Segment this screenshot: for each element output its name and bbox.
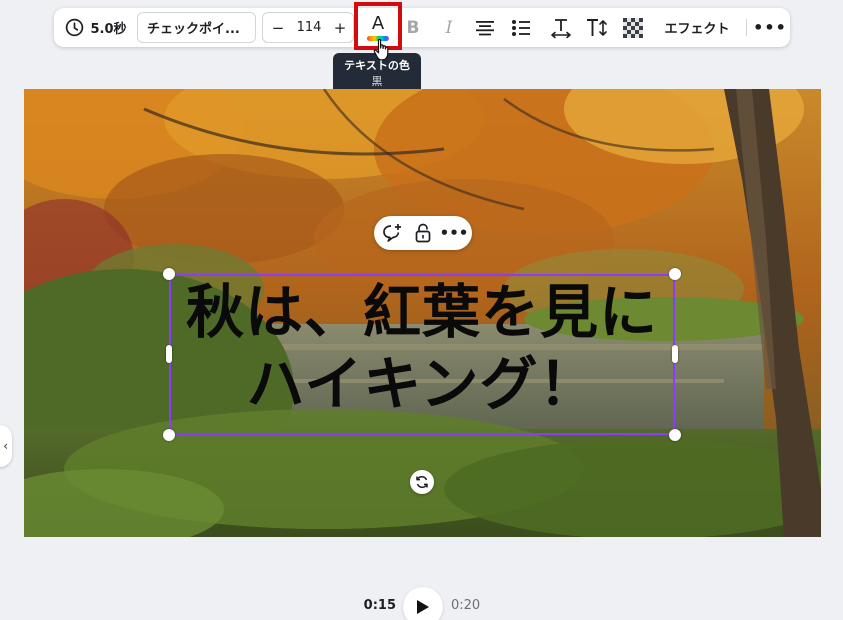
bold-button[interactable]: B	[400, 8, 426, 47]
font-size-increase-button[interactable]: +	[331, 13, 349, 42]
resize-handle-bottom-right[interactable]	[669, 429, 681, 441]
font-family-select[interactable]: チェックポイ...	[137, 12, 256, 43]
headline-line-1: 秋は、紅葉を見に	[185, 278, 658, 346]
text-toolbar: 5.0秒 チェックポイ... − 114 + A B I エフェクト •••	[54, 2, 790, 50]
editor-stage: 5.0秒 チェックポイ... − 114 + A B I エフェクト ••• テ…	[0, 0, 843, 620]
font-size-decrease-button[interactable]: −	[269, 13, 287, 42]
resize-handle-right[interactable]	[672, 345, 678, 363]
headline-text[interactable]: 秋は、紅葉を見に ハイキング！	[169, 276, 675, 433]
left-panel-toggle[interactable]: ‹	[0, 425, 12, 467]
current-time: 0:15	[363, 598, 396, 613]
align-button[interactable]	[472, 8, 498, 47]
align-center-icon	[476, 20, 494, 35]
transparency-button[interactable]	[620, 8, 646, 47]
resize-handle-top-right[interactable]	[669, 268, 681, 280]
spacing-button[interactable]	[548, 8, 574, 47]
more-options-button[interactable]: •••	[753, 8, 786, 47]
font-size-stepper: − 114 +	[262, 12, 354, 43]
hand-pointer-icon	[373, 38, 389, 61]
effect-button[interactable]: エフェクト	[652, 8, 742, 47]
list-icon	[512, 19, 530, 36]
clock-icon	[66, 18, 84, 37]
font-size-input[interactable]: 114	[291, 13, 327, 42]
play-button[interactable]	[403, 587, 443, 620]
spacing-icon	[551, 18, 571, 38]
duration-button[interactable]: 5.0秒	[62, 8, 130, 47]
resize-handle-bottom-left[interactable]	[163, 429, 175, 441]
resize-handle-left[interactable]	[166, 345, 172, 363]
toolbar-divider	[746, 19, 747, 36]
transparency-icon	[623, 17, 643, 38]
comment-add-icon	[383, 224, 401, 242]
tooltip-value: 黒	[371, 75, 383, 88]
lock-button[interactable]	[409, 216, 437, 250]
element-more-button[interactable]: •••	[440, 216, 469, 250]
resize-handle-top-left[interactable]	[163, 268, 175, 280]
text-size-button[interactable]	[584, 8, 610, 47]
total-time: 0:20	[451, 598, 481, 613]
list-button[interactable]	[508, 8, 534, 47]
element-floating-menu: •••	[374, 216, 472, 250]
play-icon	[417, 600, 429, 614]
headline-line-2: ハイキング！	[246, 350, 598, 418]
comment-add-button[interactable]	[378, 216, 406, 250]
italic-button[interactable]: I	[436, 8, 462, 47]
rotate-button[interactable]	[410, 470, 434, 494]
duration-label: 5.0秒	[90, 22, 127, 37]
lock-icon	[415, 223, 431, 243]
text-color-icon: A	[371, 13, 385, 34]
rotate-icon	[416, 475, 428, 489]
text-size-icon	[587, 18, 607, 36]
